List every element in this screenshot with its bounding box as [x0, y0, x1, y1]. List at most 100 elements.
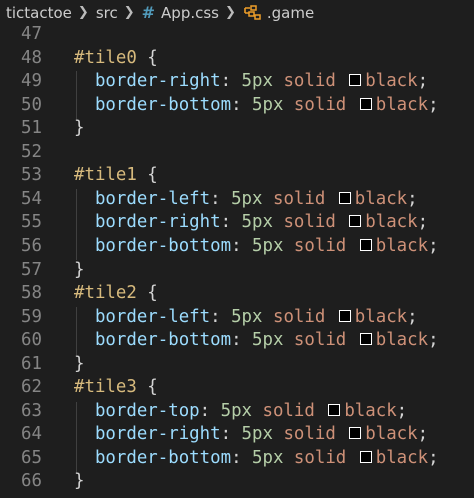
code-line[interactable]: 65 border-bottom: 5px solid black;	[0, 447, 474, 471]
code-text: }	[74, 470, 84, 494]
breadcrumb-folder-src[interactable]: src	[96, 4, 118, 22]
code-line[interactable]: 56 border-bottom: 5px solid black;	[0, 235, 474, 259]
color-swatch-icon[interactable]	[359, 238, 372, 251]
line-number: 61	[21, 353, 42, 374]
code-token: }	[74, 259, 85, 280]
color-swatch-icon[interactable]	[359, 450, 372, 463]
code-token: }	[74, 471, 85, 492]
code-text: border-left: 5px solid black;	[74, 188, 418, 212]
code-token: black	[354, 306, 408, 327]
code-token: ;	[407, 188, 418, 209]
code-text: #tile0 {	[74, 47, 158, 71]
color-swatch-icon[interactable]	[359, 97, 372, 110]
code-token: ;	[396, 400, 408, 421]
code-text: border-right: 5px solid black;	[74, 70, 428, 94]
code-text: #tile1 {	[74, 164, 158, 188]
line-number: 64	[21, 424, 42, 445]
color-swatch-icon[interactable]	[349, 74, 362, 87]
code-token: #tile2	[74, 283, 137, 304]
line-number: 49	[21, 71, 42, 92]
code-token: border-left	[74, 306, 211, 327]
code-token: ;	[428, 447, 439, 468]
code-token: :	[231, 330, 253, 351]
code-token: #tile1	[74, 165, 137, 186]
code-line[interactable]: 60 border-bottom: 5px solid black;	[0, 329, 474, 353]
code-line[interactable]: 62 #tile3 {	[0, 376, 474, 400]
chevron-right-icon: ❯	[123, 5, 135, 20]
code-line[interactable]: 51}	[0, 117, 474, 141]
code-token: }	[74, 118, 85, 139]
code-token: border-right	[74, 212, 221, 233]
code-token: 5px	[231, 306, 263, 327]
code-token: black	[375, 447, 429, 468]
code-text: border-right: 5px solid black;	[74, 211, 428, 235]
code-token: solid	[262, 188, 336, 209]
line-number: 65	[21, 447, 42, 468]
code-token: 5px	[252, 235, 284, 256]
code-line[interactable]: 64 border-right: 5px solid black;	[0, 423, 474, 447]
line-number: 55	[21, 212, 42, 233]
code-token: black	[344, 400, 397, 421]
code-token: ;	[417, 71, 429, 92]
code-line[interactable]: 59 border-left: 5px solid black;	[0, 306, 474, 330]
code-text: border-left: 5px solid black;	[74, 306, 418, 330]
breadcrumb-folder-tictactoe[interactable]: tictactoe	[6, 4, 72, 22]
breadcrumb-file-app-css[interactable]: # App.css	[142, 3, 219, 22]
line-number: 63	[21, 400, 42, 421]
code-line[interactable]: 57}	[0, 259, 474, 283]
code-line[interactable]: 58 #tile2 {	[0, 282, 474, 306]
color-swatch-icon[interactable]	[349, 427, 362, 440]
code-line[interactable]: 48 #tile0 {	[0, 47, 474, 71]
code-editor[interactable]: 47 48 #tile0 {49 border-right: 5px solid b…	[0, 25, 474, 498]
code-token: 5px	[241, 424, 273, 445]
code-line[interactable]: 55 border-right: 5px solid black;	[0, 211, 474, 235]
code-text: border-bottom: 5px solid black;	[74, 329, 439, 353]
code-token: solid	[272, 71, 347, 92]
code-token: 5px	[252, 94, 284, 115]
line-number: 54	[21, 188, 42, 209]
color-swatch-icon[interactable]	[338, 191, 351, 204]
code-token: ;	[428, 235, 439, 256]
code-text: }	[74, 353, 84, 377]
code-text: border-top: 5px solid black;	[74, 400, 407, 424]
code-token: border-right	[74, 424, 221, 445]
code-token: #tile0	[74, 47, 137, 68]
breadcrumb-symbol-label: .game	[266, 3, 315, 22]
code-token: ;	[428, 330, 439, 351]
color-swatch-icon[interactable]	[359, 333, 372, 346]
code-token: }	[74, 353, 85, 374]
color-swatch-icon[interactable]	[349, 215, 362, 228]
code-line[interactable]: 50 border-bottom: 5px solid black;	[0, 94, 474, 118]
code-token: ;	[407, 306, 418, 327]
breadcrumb-folder-label: tictactoe	[6, 3, 72, 22]
code-line[interactable]: 53 #tile1 {	[0, 164, 474, 188]
code-line[interactable]: 61}	[0, 353, 474, 377]
color-swatch-icon[interactable]	[328, 403, 341, 416]
code-line[interactable]: 54 border-left: 5px solid black;	[0, 188, 474, 212]
code-token: border-left	[74, 188, 211, 209]
code-token: :	[220, 424, 242, 445]
code-line[interactable]: 49 border-right: 5px solid black;	[0, 70, 474, 94]
line-number: 57	[21, 259, 42, 280]
breadcrumb: tictactoe ❯ src ❯ # App.css ❯ .game	[0, 0, 474, 25]
breadcrumb-symbol-game[interactable]: .game	[243, 4, 314, 22]
line-number: 47	[21, 25, 42, 44]
code-token: ;	[428, 94, 439, 115]
line-number: 56	[21, 235, 42, 256]
line-number: 52	[21, 141, 42, 162]
code-token: black	[375, 330, 429, 351]
code-line[interactable]: 63 border-top: 5px solid black;	[0, 400, 474, 424]
color-swatch-icon[interactable]	[338, 309, 351, 322]
code-token: 5px	[241, 71, 273, 92]
code-token: 5px	[231, 188, 263, 209]
code-line[interactable]: 52	[0, 141, 474, 165]
code-token: 5px	[241, 212, 273, 233]
code-text: }	[74, 259, 84, 283]
code-line[interactable]: 66}	[0, 470, 474, 494]
code-token: {	[136, 47, 158, 68]
code-line[interactable]: 47	[0, 25, 474, 47]
code-text: border-bottom: 5px solid black;	[74, 94, 439, 118]
code-token: :	[231, 447, 253, 468]
code-text: border-right: 5px solid black;	[74, 423, 428, 447]
line-number: 59	[21, 306, 42, 327]
